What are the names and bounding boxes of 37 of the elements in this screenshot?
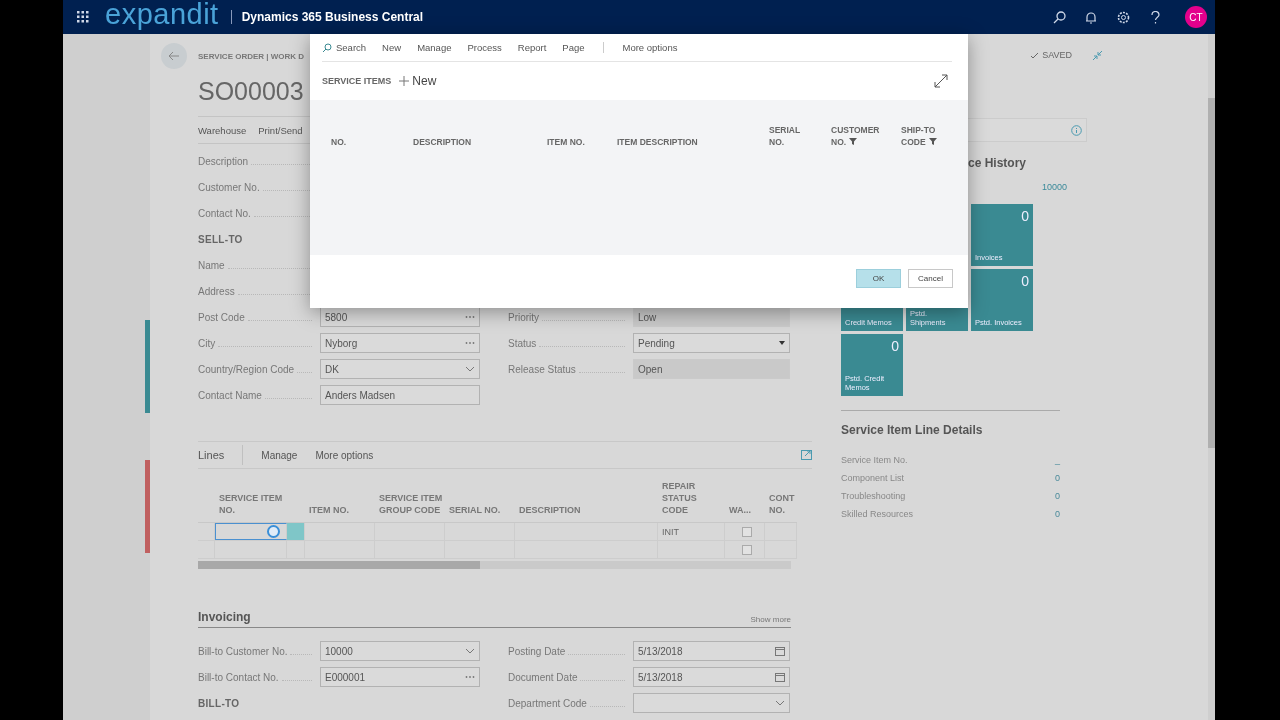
section-title: Invoicing [198,610,251,624]
column-header: REPAIR STATUS CODE [661,480,698,516]
detail-label: Skilled Resources [841,509,914,519]
field-label: Department Code [508,697,633,709]
column-header: SERVICE ITEM NO. [218,492,284,516]
section-heading: SELL-TO [198,233,244,245]
field-label: Contact Name [198,389,320,401]
detail-label: Component List [841,473,905,483]
column-header: SERVICE ITEM GROUP CODE [378,492,444,516]
field-label: Document Date [508,671,633,683]
field-label: City [198,337,320,349]
field-label: Release Status [508,363,633,375]
field-label: Bill-to Customer No. [198,645,320,657]
field-label: Status [508,337,633,349]
detail-label: Service Item No. [841,455,908,465]
breadcrumb: SERVICE ORDER | WORK D [198,51,305,61]
field-label: Priority [508,311,633,323]
section-heading: BILL-TO [198,697,241,709]
product-name: Dynamics 365 Business Central [230,10,424,24]
factbox-title: Service Item Line Details [841,410,1060,437]
detail-label: Troubleshooting [841,491,906,501]
field-label: Country/Region Code [198,363,320,375]
brand-logo: expandit [105,0,219,31]
column-header: SERIAL NO. [448,504,502,516]
field-label: Posting Date [508,645,633,657]
column-header: CONT NO. [768,492,796,516]
column-header: ITEM NO. [308,504,350,516]
column-header: WA... [728,504,752,516]
field-label: Post Code [198,311,320,323]
table-cell: INIT [658,523,725,540]
page-title: SO00003 [198,76,304,107]
field-label: Bill-to Contact No. [198,671,320,683]
factbox-title: ce History [968,156,1028,170]
saved-status: SAVED [1030,50,1072,60]
column-header: DESCRIPTION [518,504,582,516]
section-title: Lines [198,445,244,465]
dialog-title: SERVICE ITEMS [322,76,392,86]
